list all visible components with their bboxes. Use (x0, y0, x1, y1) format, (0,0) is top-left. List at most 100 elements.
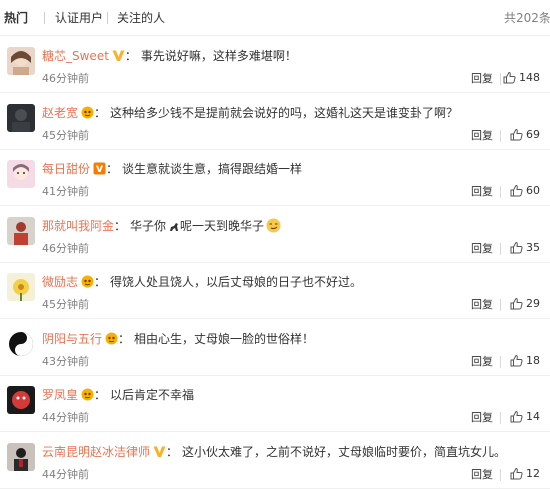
like-button[interactable]: 148 (503, 70, 540, 86)
comment-item: 那就叫我阿金： 华子你 呢一天到晚华子 46分钟前 回复 35 (0, 207, 550, 263)
comment-text: 这种给多少钱不是提前就会说好的吗，这婚礼这天是谁变卦了啊？ (110, 105, 459, 120)
like-count: 69 (526, 127, 540, 141)
comment-line: 赵老宽 ：这种给多少钱不是提前就会说好的吗，这婚礼这天是谁变卦了啊？ (42, 105, 458, 121)
verified-gold-icon (153, 446, 166, 457)
comment-item: 罗凤皇 ：以后肯定不幸福 44分钟前 回复 14 (0, 376, 550, 432)
thumbs-up-icon (510, 467, 523, 479)
horse-icon (170, 222, 179, 231)
thumbs-up-icon (510, 128, 523, 140)
reply-button[interactable]: 回复 (471, 129, 493, 143)
comment-item: 微励志 ：得饶人处且饶人，以后丈母娘的日子也不好过。 45分钟前 回复 29 (0, 263, 550, 319)
like-button[interactable]: 29 (510, 296, 540, 312)
username-link[interactable]: 那就叫我阿金 (42, 219, 114, 233)
verified-orange-icon (93, 162, 106, 175)
avatar[interactable] (7, 103, 35, 132)
username-link[interactable]: 每日甜份 (42, 162, 90, 176)
reply-button[interactable]: 回复 (471, 242, 493, 256)
pink-girl-avatar-icon (7, 160, 35, 188)
like-button[interactable]: 14 (510, 409, 540, 425)
avatar[interactable] (7, 47, 35, 75)
like-button[interactable]: 35 (510, 240, 540, 256)
reply-button[interactable]: 回复 (471, 355, 493, 369)
like-button[interactable]: 18 (510, 353, 540, 369)
comment-line: 每日甜份 ：谈生意就谈生意，搞得跟结婚一样 (42, 161, 302, 177)
comment-line: 罗凤皇 ：以后肯定不幸福 (42, 387, 194, 403)
colon-separator: ： (94, 275, 107, 289)
thumbs-up-icon (510, 184, 523, 197)
comment-text: 谈生意就谈生意，搞得跟结婚一样 (122, 162, 303, 176)
like-count: 35 (526, 240, 540, 254)
username-link[interactable]: 糖芯_Sweet (42, 49, 109, 63)
comment-text: 这小伙太难了，之前不说好，丈母娘临时要价，简直坑女儿。 (182, 444, 507, 459)
comment-timestamp: 44分钟前 (42, 411, 89, 424)
comment-timestamp: 45分钟前 (42, 298, 89, 311)
action-divider (500, 355, 501, 368)
comment-line: 阴阳与五行 ：相由心生，丈母娘一脸的世俗样！ (42, 331, 314, 347)
colon-separator: ： (106, 162, 119, 176)
vip-crown-icon (81, 275, 94, 288)
smirk-emoji-icon (266, 218, 281, 232)
like-count: 60 (526, 184, 540, 197)
comment-line: 糖芯_Sweet ：事先说好嘛，这样多难堪啊！ (42, 48, 297, 64)
comment-timestamp: 43分钟前 (42, 354, 89, 368)
colon-separator: ： (124, 49, 137, 63)
comment-line: 云南昆明赵冰洁律师 ：这小伙太难了，之前不说好，丈母娘临时要价，简直坑女儿。 (42, 444, 506, 460)
like-count: 14 (526, 410, 540, 423)
comment-tabs: 热门 认证用户 关注的人 共202条 (0, 0, 550, 36)
username-link[interactable]: 微励志 (42, 275, 78, 289)
action-divider (500, 299, 501, 311)
tab-following[interactable]: 关注的人 (117, 10, 165, 26)
vip-crown-icon (81, 106, 94, 118)
comment-timestamp: 46分钟前 (42, 241, 89, 255)
like-button[interactable]: 69 (510, 127, 540, 143)
woman-face-avatar-icon (7, 47, 35, 75)
avatar[interactable] (7, 442, 35, 471)
reply-button[interactable]: 回复 (471, 72, 493, 86)
red-figure-avatar-icon (7, 216, 35, 245)
verified-gold-icon (112, 50, 125, 61)
avatar[interactable] (7, 216, 35, 245)
tab-divider (107, 12, 108, 24)
thumbs-up-icon (510, 241, 523, 253)
username-link[interactable]: 罗凤皇 (42, 388, 78, 402)
reply-button[interactable]: 回复 (471, 298, 493, 312)
tab-verified-users[interactable]: 认证用户 (55, 10, 103, 26)
tab-divider (44, 12, 45, 24)
total-comment-count: 共202条 (504, 11, 550, 25)
comment-line: 微励志 ：得饶人处且饶人，以后丈母娘的日子也不好过。 (42, 274, 362, 290)
thumbs-up-icon (510, 410, 523, 423)
avatar[interactable] (7, 386, 35, 414)
lawyer-portrait-avatar-icon (7, 442, 35, 471)
comment-item: 赵老宽 ：这种给多少钱不是提前就会说好的吗，这婚礼这天是谁变卦了啊？ 45分钟前 回复… (0, 94, 550, 150)
action-divider (500, 242, 501, 255)
dark-portrait-avatar-icon (7, 103, 35, 132)
reply-button[interactable]: 回复 (471, 411, 493, 425)
username-link[interactable]: 云南昆明赵冰洁律师 (42, 445, 150, 459)
comment-timestamp: 45分钟前 (42, 128, 89, 142)
comment-line: 那就叫我阿金： 华子你 呢一天到晚华子 (42, 218, 281, 234)
row-divider (0, 487, 550, 489)
username-link[interactable]: 赵老宽 (42, 106, 78, 120)
comment-text: 华子你 (130, 218, 167, 233)
comment-text: 得饶人处且饶人，以后丈母娘的日子也不好过。 (110, 275, 363, 289)
vip-crown-icon (81, 388, 94, 401)
username-link[interactable]: 阴阳与五行 (42, 332, 102, 346)
yellow-flower-avatar-icon (7, 273, 35, 301)
action-divider (500, 129, 501, 142)
reply-button[interactable]: 回复 (471, 468, 493, 482)
like-button[interactable]: 12 (510, 466, 540, 482)
colon-separator: ： (94, 388, 107, 402)
comment-timestamp: 44分钟前 (42, 467, 89, 481)
avatar[interactable] (7, 273, 35, 301)
like-count: 18 (526, 353, 540, 367)
tab-hot[interactable]: 热门 (4, 10, 28, 26)
action-divider (500, 468, 501, 481)
colon-separator: ： (166, 444, 179, 459)
colon-separator: ： (114, 218, 127, 233)
like-count: 148 (519, 71, 540, 84)
avatar[interactable] (7, 160, 35, 188)
avatar[interactable] (7, 329, 35, 358)
like-button[interactable]: 60 (510, 183, 540, 199)
action-divider (500, 73, 501, 85)
reply-button[interactable]: 回复 (471, 185, 493, 199)
